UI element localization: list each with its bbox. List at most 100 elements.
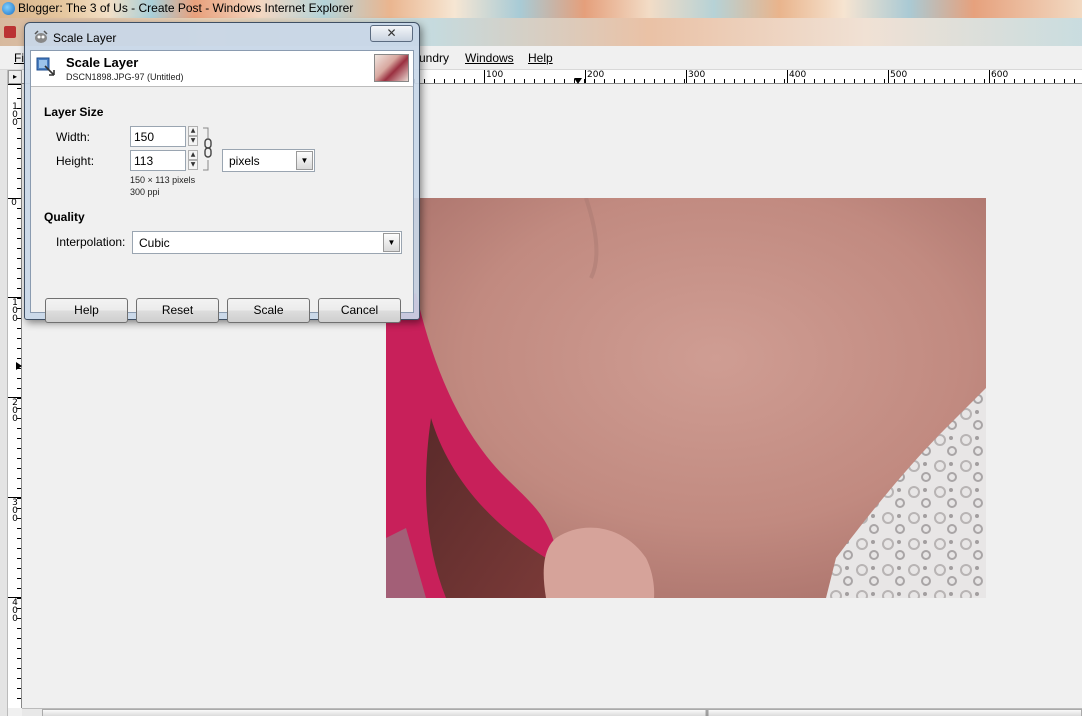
width-spinner[interactable]: ▲ ▼ bbox=[188, 126, 198, 147]
ruler-major-tick bbox=[585, 70, 586, 83]
ruler-minor-tick bbox=[17, 538, 21, 539]
ruler-minor-tick bbox=[824, 79, 825, 83]
ruler-minor-tick bbox=[17, 428, 21, 429]
toolbox-edge bbox=[0, 70, 8, 716]
menu-help[interactable]: Help bbox=[528, 51, 553, 65]
ruler-major-tick bbox=[787, 70, 788, 83]
ruler-minor-tick bbox=[17, 268, 21, 269]
ruler-corner-button[interactable]: ▸ bbox=[8, 70, 22, 84]
ruler-label: 200 bbox=[10, 398, 20, 422]
ruler-minor-tick bbox=[494, 79, 495, 83]
spin-up-icon[interactable]: ▲ bbox=[188, 150, 198, 160]
ruler-minor-tick bbox=[754, 79, 755, 83]
ruler-minor-tick bbox=[17, 88, 21, 89]
ruler-minor-tick bbox=[534, 79, 535, 83]
ruler-minor-tick bbox=[794, 79, 795, 83]
ruler-minor-tick bbox=[564, 79, 565, 83]
menu-laundry-partial[interactable]: undry bbox=[419, 51, 449, 65]
layer-photo[interactable] bbox=[386, 198, 986, 598]
ruler-minor-tick bbox=[17, 698, 21, 699]
height-input[interactable]: 113 bbox=[130, 150, 186, 171]
ruler-minor-tick bbox=[814, 79, 815, 83]
ruler-minor-tick bbox=[484, 79, 485, 83]
menu-file-partial[interactable]: Fi bbox=[14, 51, 24, 65]
ruler-minor-tick bbox=[17, 548, 21, 549]
cancel-button[interactable]: Cancel bbox=[318, 298, 401, 323]
ruler-minor-tick bbox=[674, 79, 675, 83]
ruler-minor-tick bbox=[464, 79, 465, 83]
ruler-minor-tick bbox=[17, 308, 21, 309]
chain-link-icon[interactable] bbox=[202, 126, 214, 172]
ruler-minor-tick bbox=[554, 79, 555, 83]
ruler-minor-tick bbox=[894, 79, 895, 83]
ruler-minor-tick bbox=[614, 79, 615, 83]
ruler-minor-tick bbox=[17, 408, 21, 409]
ruler-minor-tick bbox=[664, 79, 665, 83]
layer-thumbnail bbox=[374, 54, 409, 82]
gimp-app-icon bbox=[4, 26, 16, 38]
close-button[interactable]: ✕ bbox=[370, 25, 413, 42]
dimensions-note: 150 × 113 pixels bbox=[130, 175, 196, 185]
ruler-minor-tick bbox=[844, 79, 845, 83]
ruler-minor-tick bbox=[17, 388, 21, 389]
ruler-minor-tick bbox=[1064, 79, 1065, 83]
ruler-minor-tick bbox=[17, 518, 21, 519]
ruler-pointer-marker bbox=[16, 362, 22, 370]
ruler-minor-tick bbox=[17, 558, 21, 559]
ruler-minor-tick bbox=[1074, 79, 1075, 83]
ruler-minor-tick bbox=[424, 79, 425, 83]
quality-heading: Quality bbox=[44, 210, 85, 224]
spin-down-icon[interactable]: ▼ bbox=[188, 136, 198, 146]
ruler-minor-tick bbox=[17, 318, 21, 319]
ruler-minor-tick bbox=[17, 178, 21, 179]
layer-size-heading: Layer Size bbox=[44, 105, 104, 119]
ruler-minor-tick bbox=[17, 668, 21, 669]
ruler-minor-tick bbox=[904, 79, 905, 83]
ruler-minor-tick bbox=[594, 79, 595, 83]
ruler-minor-tick bbox=[704, 79, 705, 83]
chevron-down-icon[interactable]: ▼ bbox=[296, 151, 313, 170]
interpolation-select[interactable]: Cubic ▼ bbox=[132, 231, 402, 254]
ruler-minor-tick bbox=[1044, 79, 1045, 83]
spin-up-icon[interactable]: ▲ bbox=[188, 126, 198, 136]
ruler-minor-tick bbox=[694, 79, 695, 83]
unit-select-value: pixels bbox=[229, 154, 260, 168]
ruler-minor-tick bbox=[744, 79, 745, 83]
ruler-label: 100 bbox=[10, 298, 20, 322]
height-spinner[interactable]: ▲ ▼ bbox=[188, 150, 198, 171]
ruler-minor-tick bbox=[934, 79, 935, 83]
horizontal-scrollbar[interactable]: ||| bbox=[22, 708, 1082, 716]
ruler-major-tick bbox=[888, 70, 889, 83]
scrollbar-thumb[interactable] bbox=[42, 709, 1082, 716]
scale-button[interactable]: Scale bbox=[227, 298, 310, 323]
ruler-minor-tick bbox=[17, 168, 21, 169]
header-title: Scale Layer bbox=[66, 55, 139, 70]
menu-windows[interactable]: Windows bbox=[465, 51, 514, 65]
chevron-down-icon[interactable]: ▼ bbox=[383, 233, 400, 252]
ruler-label: 0 bbox=[11, 198, 17, 208]
ruler-major-tick bbox=[8, 84, 21, 85]
spin-down-icon[interactable]: ▼ bbox=[188, 160, 198, 170]
ruler-minor-tick bbox=[17, 468, 21, 469]
ruler-minor-tick bbox=[854, 79, 855, 83]
header-subtitle: DSCN1898.JPG-97 (Untitled) bbox=[66, 72, 184, 82]
ruler-minor-tick bbox=[17, 218, 21, 219]
ruler-minor-tick bbox=[17, 688, 21, 689]
ruler-minor-tick bbox=[434, 79, 435, 83]
ruler-minor-tick bbox=[17, 578, 21, 579]
ruler-minor-tick bbox=[17, 498, 21, 499]
ruler-minor-tick bbox=[17, 358, 21, 359]
ruler-minor-tick bbox=[17, 248, 21, 249]
resolution-note: 300 ppi bbox=[130, 187, 160, 197]
ruler-minor-tick bbox=[17, 278, 21, 279]
ruler-minor-tick bbox=[17, 508, 21, 509]
help-button[interactable]: Help bbox=[45, 298, 128, 323]
ruler-minor-tick bbox=[17, 628, 21, 629]
reset-button[interactable]: Reset bbox=[136, 298, 219, 323]
ruler-minor-tick bbox=[17, 298, 21, 299]
ruler-minor-tick bbox=[714, 79, 715, 83]
ruler-minor-tick bbox=[884, 79, 885, 83]
unit-select[interactable]: pixels ▼ bbox=[222, 149, 315, 172]
width-input[interactable]: 150 bbox=[130, 126, 186, 147]
ruler-minor-tick bbox=[684, 79, 685, 83]
